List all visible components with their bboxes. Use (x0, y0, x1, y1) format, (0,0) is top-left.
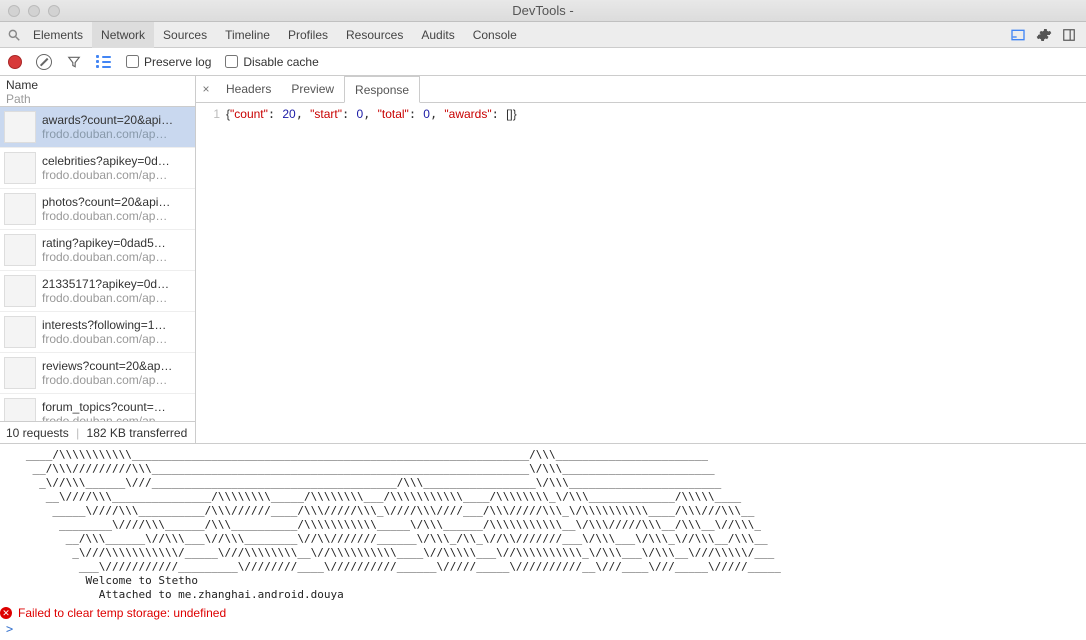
subtab-response[interactable]: Response (344, 76, 420, 103)
requests-panel: Name Path awards?count=20&api…frodo.doub… (0, 76, 196, 443)
details-panel: × HeadersPreviewResponse 1{"count": 20, … (196, 76, 1086, 443)
request-name: awards?count=20&api… (42, 113, 173, 127)
request-row[interactable]: forum_topics?count=…frodo.douban.com/ap… (0, 394, 195, 421)
json-key-start: "start" (310, 107, 342, 121)
request-path: frodo.douban.com/ap… (42, 291, 169, 305)
window-titlebar: DevTools - (0, 0, 1086, 22)
request-thumbnail (4, 234, 36, 266)
request-thumbnail (4, 398, 36, 421)
request-thumbnail (4, 316, 36, 348)
preserve-log-checkbox[interactable]: Preserve log (126, 55, 211, 69)
disable-cache-input[interactable] (225, 55, 238, 68)
request-row[interactable]: rating?apikey=0dad5…frodo.douban.com/ap… (0, 230, 195, 271)
tab-elements[interactable]: Elements (24, 22, 92, 48)
record-button[interactable] (8, 55, 22, 69)
json-brace-close: } (513, 107, 517, 121)
requests-count: 10 requests (6, 426, 69, 440)
request-name: interests?following=1… (42, 318, 167, 332)
request-path: frodo.douban.com/ap… (42, 127, 173, 141)
request-row[interactable]: 21335171?apikey=0d…frodo.douban.com/ap… (0, 271, 195, 312)
tab-audits[interactable]: Audits (412, 22, 463, 48)
tab-sources[interactable]: Sources (154, 22, 216, 48)
request-row[interactable]: reviews?count=20&ap…frodo.douban.com/ap… (0, 353, 195, 394)
request-row[interactable]: photos?count=20&api…frodo.douban.com/ap… (0, 189, 195, 230)
view-list-icon[interactable] (96, 54, 112, 70)
console-output[interactable]: ____/\\\\\\\\\\\________________________… (0, 443, 1086, 604)
console-drawer-icon[interactable] (1010, 28, 1026, 42)
request-name: photos?count=20&api… (42, 195, 170, 209)
console-prompt[interactable]: > (0, 620, 1086, 640)
json-key-count: "count" (230, 107, 268, 121)
settings-gear-icon[interactable] (1036, 27, 1052, 43)
request-row[interactable]: celebrities?apikey=0d…frodo.douban.com/a… (0, 148, 195, 189)
console-error-line: ✕ Failed to clear temp storage: undefine… (0, 604, 1086, 620)
requests-transferred: 182 KB transferred (87, 426, 188, 440)
close-details-icon[interactable]: × (196, 82, 216, 96)
request-name: 21335171?apikey=0d… (42, 277, 169, 291)
request-path: frodo.douban.com/ap… (42, 250, 167, 264)
request-name: rating?apikey=0dad5… (42, 236, 167, 250)
request-name: celebrities?apikey=0d… (42, 154, 170, 168)
json-key-total: "total" (378, 107, 409, 121)
request-path: frodo.douban.com/ap… (42, 373, 172, 387)
tab-timeline[interactable]: Timeline (216, 22, 279, 48)
request-thumbnail (4, 357, 36, 389)
json-val-awards: [] (506, 107, 513, 121)
request-row[interactable]: awards?count=20&api…frodo.douban.com/ap… (0, 107, 195, 148)
tab-console[interactable]: Console (464, 22, 526, 48)
request-path: frodo.douban.com/ap… (42, 414, 167, 421)
subtab-preview[interactable]: Preview (281, 76, 344, 103)
disable-cache-label: Disable cache (243, 55, 318, 69)
tab-profiles[interactable]: Profiles (279, 22, 337, 48)
search-icon[interactable] (6, 27, 22, 43)
response-body[interactable]: 1{"count": 20, "start": 0, "total": 0, "… (196, 103, 1086, 443)
filter-icon[interactable] (66, 54, 82, 70)
json-key-awards: "awards" (444, 107, 491, 121)
request-path: frodo.douban.com/ap… (42, 332, 167, 346)
request-thumbnail (4, 152, 36, 184)
request-thumbnail (4, 193, 36, 225)
request-path: frodo.douban.com/ap… (42, 209, 170, 223)
request-path: frodo.douban.com/ap… (42, 168, 170, 182)
preserve-log-input[interactable] (126, 55, 139, 68)
col-path: Path (6, 92, 189, 106)
request-thumbnail (4, 275, 36, 307)
requests-footer: 10 requests | 182 KB transferred (0, 421, 195, 443)
devtools-tabs: ElementsNetworkSourcesTimelineProfilesRe… (0, 22, 1086, 48)
subtab-headers[interactable]: Headers (216, 76, 281, 103)
tab-network[interactable]: Network (92, 22, 154, 48)
console-error-text: Failed to clear temp storage: undefined (18, 606, 226, 620)
dock-side-icon[interactable] (1062, 28, 1076, 42)
error-icon: ✕ (0, 607, 12, 619)
request-thumbnail (4, 111, 36, 143)
disable-cache-checkbox[interactable]: Disable cache (225, 55, 318, 69)
clear-button[interactable] (36, 54, 52, 70)
network-toolbar: Preserve log Disable cache (0, 48, 1086, 76)
request-row[interactable]: interests?following=1…frodo.douban.com/a… (0, 312, 195, 353)
line-number: 1 (202, 105, 220, 123)
response-subtabs: × HeadersPreviewResponse (196, 76, 1086, 103)
requests-list[interactable]: awards?count=20&api…frodo.douban.com/ap…… (0, 107, 195, 421)
requests-header: Name Path (0, 76, 195, 107)
tab-resources[interactable]: Resources (337, 22, 412, 48)
request-name: reviews?count=20&ap… (42, 359, 172, 373)
col-name: Name (6, 78, 189, 92)
json-val-count: 20 (282, 107, 295, 121)
json-val-total: 0 (423, 107, 430, 121)
preserve-log-label: Preserve log (144, 55, 211, 69)
request-name: forum_topics?count=… (42, 400, 167, 414)
window-title: DevTools - (0, 3, 1086, 18)
json-val-start: 0 (356, 107, 363, 121)
